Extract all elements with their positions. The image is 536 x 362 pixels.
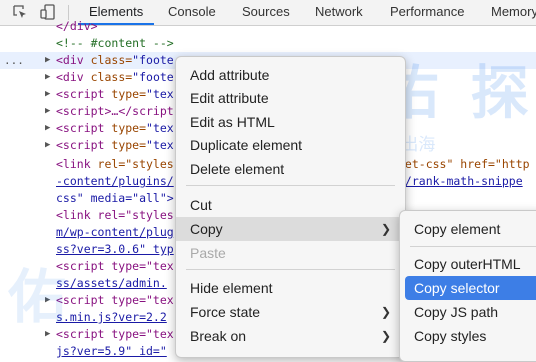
submenu-item-copy-element[interactable]: Copy element: [400, 217, 536, 241]
tab-console[interactable]: Console: [168, 0, 216, 25]
dom-link-path-right[interactable]: s/rank-math-snippe: [398, 173, 523, 190]
submenu-chevron-icon: ❯: [380, 305, 391, 319]
menu-item-hide-element[interactable]: Hide element: [176, 276, 405, 300]
menu-separator: [186, 185, 395, 186]
dom-script-row[interactable]: <script type="tex: [56, 258, 174, 275]
dom-link-ver[interactable]: ss?ver=3.0.6" typ: [56, 241, 174, 258]
expand-arrow-icon[interactable]: ▶: [45, 120, 50, 137]
context-menu: Add attribute Edit attribute Edit as HTM…: [175, 56, 406, 358]
row-options-dots[interactable]: ...: [4, 52, 24, 69]
menu-item-edit-as-html[interactable]: Edit as HTML: [176, 110, 405, 134]
expand-arrow-icon[interactable]: ▶: [45, 69, 50, 86]
expand-arrow-icon[interactable]: ▶: [45, 86, 50, 103]
dom-comment[interactable]: <!-- #content -->: [56, 35, 174, 52]
dom-script-path[interactable]: s.min.js?ver=2.2: [56, 309, 167, 326]
menu-item-force-state[interactable]: Force state ❯: [176, 300, 405, 324]
menu-item-force-state-label: Force state: [190, 304, 261, 320]
dom-line-partial: </div>: [56, 19, 98, 33]
device-toolbar-icon[interactable]: [40, 4, 56, 20]
menu-item-break-on-label: Break on: [190, 328, 247, 344]
tab-memory[interactable]: Memory: [491, 0, 536, 25]
menu-item-copy[interactable]: Copy ❯: [176, 217, 405, 241]
submenu-chevron-icon: ❯: [380, 329, 391, 343]
expand-arrow-icon[interactable]: ▶: [45, 326, 50, 343]
menu-item-add-attribute[interactable]: Add attribute: [176, 63, 405, 87]
dom-link-path[interactable]: m/wp-content/plug: [56, 224, 174, 241]
dom-link-row[interactable]: <link rel="styles: [56, 207, 174, 224]
submenu-item-copy-outerhtml[interactable]: Copy outerHTML: [400, 252, 536, 276]
dom-link-path[interactable]: -content/plugins/: [56, 173, 174, 190]
dom-script-path[interactable]: js?ver=5.9" id=": [56, 343, 167, 360]
dom-link-row[interactable]: <link rel="styles: [56, 156, 174, 173]
dom-link-row-right[interactable]: pet-css" href="http: [398, 156, 530, 173]
tab-network[interactable]: Network: [315, 0, 363, 25]
menu-item-duplicate-element[interactable]: Duplicate element: [176, 133, 405, 157]
menu-separator: [186, 269, 395, 270]
tab-sources[interactable]: Sources: [242, 0, 290, 25]
menu-item-break-on[interactable]: Break on ❯: [176, 324, 405, 348]
submenu-item-copy-js-path[interactable]: Copy JS path: [400, 300, 536, 324]
menu-separator: [410, 246, 536, 247]
menu-item-cut[interactable]: Cut: [176, 193, 405, 217]
menu-item-paste: Paste: [190, 245, 226, 261]
expand-arrow-icon[interactable]: ▶: [45, 103, 50, 120]
menu-item-edit-attribute[interactable]: Edit attribute: [176, 86, 405, 110]
dom-link-media[interactable]: css" media="all">: [56, 190, 174, 207]
submenu-chevron-icon: ❯: [380, 222, 391, 236]
expand-arrow-icon[interactable]: ▶: [45, 292, 50, 309]
dom-script-path[interactable]: ss/assets/admin.: [56, 275, 167, 292]
submenu-item-copy-selector[interactable]: Copy selector: [405, 276, 536, 300]
inspect-element-icon[interactable]: [12, 4, 28, 20]
expand-arrow-icon[interactable]: ▶: [45, 52, 50, 69]
tab-performance[interactable]: Performance: [390, 0, 464, 25]
menu-item-delete-element[interactable]: Delete element: [176, 157, 405, 181]
submenu-item-copy-styles[interactable]: Copy styles: [400, 324, 536, 348]
copy-submenu: Copy element Copy outerHTML Copy selecto…: [399, 210, 536, 362]
expand-arrow-icon[interactable]: ▶: [45, 137, 50, 154]
menu-item-copy-label: Copy: [190, 221, 223, 237]
